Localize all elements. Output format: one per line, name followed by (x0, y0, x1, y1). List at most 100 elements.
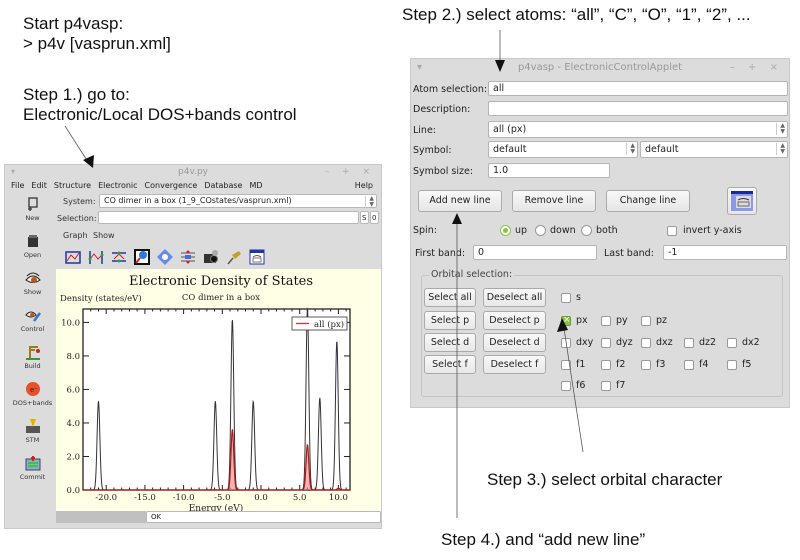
window-controls[interactable]: – + × (325, 165, 375, 179)
orbital-checkbox-f5[interactable] (727, 360, 737, 370)
invert-y-checkbox[interactable] (667, 226, 677, 236)
sidebar-item-new[interactable]: New (5, 193, 60, 230)
main-titlebar: ▾ p4v.py – + × (5, 165, 381, 179)
applet-menu-icon[interactable]: ▾ (417, 59, 422, 77)
orbital-checkbox-f2[interactable] (601, 360, 611, 370)
change-line-button[interactable]: Change line (606, 190, 690, 212)
pin-icon[interactable] (226, 249, 242, 265)
orbital-checkbox-dx2[interactable] (727, 338, 737, 348)
show-menu[interactable]: Show (93, 231, 115, 240)
select-p-button[interactable]: Select p (424, 311, 476, 330)
orbital-checkbox-dz2[interactable] (684, 338, 694, 348)
sidebar-item-dos-bands[interactable]: e⁻ DOS+bands (5, 378, 60, 415)
window-icon[interactable] (249, 249, 265, 265)
first-band-input[interactable]: 0 (473, 245, 597, 260)
status-field: OK (146, 511, 381, 523)
menu-structure[interactable]: Structure (54, 179, 91, 193)
arrow-step1-line (64, 125, 89, 163)
spin-label: Spin: (413, 225, 437, 236)
applet-window-controls[interactable]: – + × (730, 59, 783, 77)
last-band-input[interactable]: -1 (663, 245, 787, 260)
orbital-checkbox-py[interactable] (601, 316, 611, 326)
orbital-checkbox-f4[interactable] (684, 360, 694, 370)
move-icon[interactable] (157, 249, 173, 265)
orbital-checkbox-px[interactable] (561, 315, 571, 326)
selection-input[interactable] (98, 211, 359, 224)
spin-both-radio[interactable] (581, 225, 592, 236)
sidebar-item-commit[interactable]: Commit (5, 452, 60, 489)
sidebar-item-show[interactable]: Show (5, 267, 60, 304)
sidebar-item-stm[interactable]: STM (5, 415, 60, 452)
window-menu-icon[interactable]: ▾ (11, 165, 15, 179)
spin-up-radio[interactable] (500, 225, 511, 236)
legend-label: all (px) (314, 319, 344, 330)
menu-md[interactable]: MD (249, 179, 262, 193)
commit-icon (25, 456, 40, 471)
sidebar-label: Control (20, 325, 45, 333)
symbol-select-1[interactable]: default ▲ ▼ (488, 141, 638, 158)
orbital-label-pz: pz (656, 315, 668, 326)
orbital-checkbox-dxy[interactable] (561, 338, 571, 348)
line-icon[interactable] (111, 249, 127, 265)
x-tick-label: -20.0 (95, 493, 117, 503)
dos-chart[interactable]: Electronic Density of States Density (st… (56, 269, 381, 514)
graph-window-icon (731, 191, 753, 211)
x-tick-label: -10.0 (173, 493, 195, 503)
description-label: Description: (413, 104, 471, 115)
menu-convergence[interactable]: Convergence (145, 179, 198, 193)
graph-menu[interactable]: Graph (63, 231, 88, 240)
menu-help[interactable]: Help (355, 179, 373, 193)
orbital-label-f5: f5 (742, 359, 752, 370)
orbital-checkbox-s[interactable] (561, 293, 571, 303)
symbol-size-input[interactable]: 1.0 (488, 163, 610, 178)
orbital-checkbox-dxz[interactable] (641, 338, 651, 348)
deselect-f-button[interactable]: Deselect f (483, 355, 546, 374)
select-all-button[interactable]: Select all (424, 288, 476, 307)
main-window-title: p4v.py (178, 167, 208, 177)
spin-down-radio[interactable] (535, 225, 546, 236)
orbital-checkbox-f7[interactable] (601, 381, 611, 391)
menu-electronic[interactable]: Electronic (98, 179, 137, 193)
camera-icon[interactable] (203, 249, 219, 265)
y-tick-label: 8.0 (66, 352, 80, 362)
selection-0-button[interactable]: 0 (370, 211, 379, 224)
orbital-checkbox-f6[interactable] (561, 381, 571, 391)
menu-file[interactable]: File (11, 179, 24, 193)
atom-selection-input[interactable]: all (488, 81, 788, 96)
select-f-button[interactable]: Select f (424, 355, 476, 374)
symbol-select-2[interactable]: default ▲ ▼ (640, 141, 788, 158)
description-input[interactable] (488, 101, 788, 116)
annotation-step1: Step 1.) go to: Electronic/Local DOS+ban… (23, 85, 297, 125)
orbital-checkbox-f3[interactable] (641, 360, 651, 370)
new-icon (27, 197, 38, 211)
dots-icon[interactable] (180, 249, 196, 265)
select-d-button[interactable]: Select d (424, 333, 476, 352)
deselect-d-button[interactable]: Deselect d (483, 333, 546, 352)
system-select[interactable]: CO dimer in a box (1_9_COstates/vasprun.… (99, 194, 377, 208)
line-select[interactable]: all (px) ▲ ▼ (488, 121, 788, 138)
selection-s-button[interactable]: S (360, 211, 369, 224)
zoom-icon[interactable] (134, 249, 150, 265)
deselect-p-button[interactable]: Deselect p (483, 311, 546, 330)
graph-window-button[interactable] (727, 187, 757, 215)
world-graph-icon[interactable] (65, 249, 81, 265)
sidebar-item-open[interactable]: Open (5, 230, 60, 267)
menu-edit[interactable]: Edit (31, 179, 47, 193)
axis-icon[interactable] (88, 249, 104, 265)
y-tick-label: 6.0 (66, 385, 80, 395)
spinner-icon: ▲ ▼ (776, 143, 785, 155)
orbital-checkbox-dyz[interactable] (601, 338, 611, 348)
annotation-step4: Step 4.) and “add new line” (441, 530, 646, 549)
sidebar-item-control[interactable]: Control (5, 304, 60, 341)
orbital-checkbox-pz[interactable] (641, 316, 651, 326)
orbital-label-s: s (576, 292, 581, 303)
sidebar-item-build[interactable]: Build (5, 341, 60, 378)
menubar: File Edit Structure Electronic Convergen… (5, 179, 381, 193)
deselect-all-button[interactable]: Deselect all (483, 288, 546, 307)
menu-database[interactable]: Database (204, 179, 242, 193)
remove-line-button[interactable]: Remove line (512, 190, 596, 212)
invert-y-label: invert y-axis (683, 225, 742, 236)
dos-icon: e⁻ (25, 382, 40, 396)
orbital-checkbox-f1[interactable] (561, 360, 571, 370)
add-new-line-button[interactable]: Add new line (418, 190, 502, 212)
